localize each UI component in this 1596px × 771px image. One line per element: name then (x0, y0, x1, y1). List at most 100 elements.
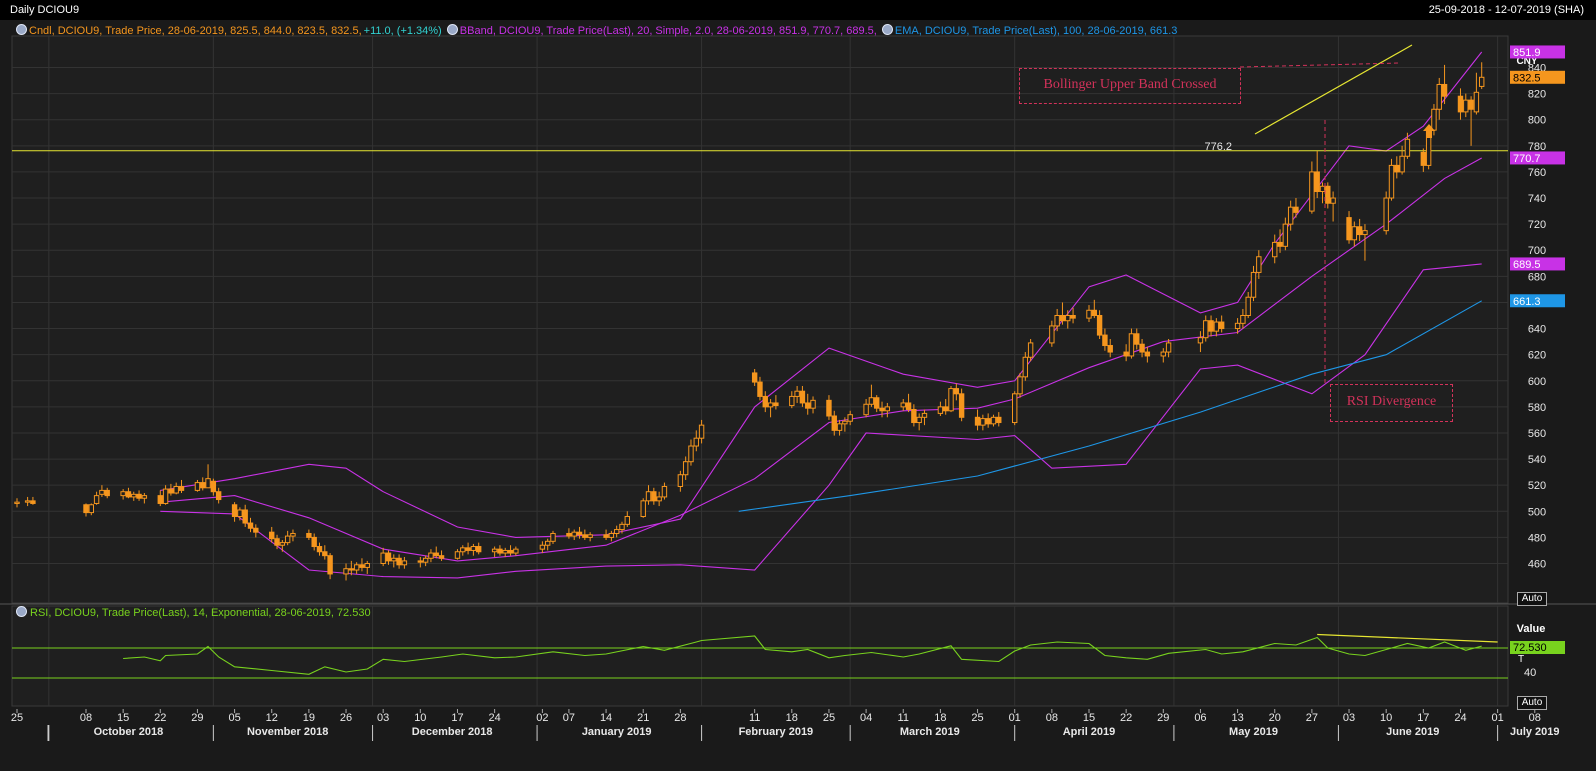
candle-body (619, 523, 625, 531)
price-tick-label: 560 (1528, 428, 1546, 440)
ema-legend-icon[interactable] (881, 24, 893, 35)
x-month-label: January 2019 (582, 726, 652, 738)
x-day-tick-label: 14 (600, 712, 612, 724)
price-tick-label: 500 (1528, 506, 1546, 518)
price-tick-label: 740 (1528, 193, 1546, 205)
rsi-unit-label: T (1518, 654, 1524, 665)
candle-body (1102, 334, 1108, 347)
price-auto-button[interactable]: Auto (1517, 592, 1547, 606)
x-day-tick-label: 12 (266, 712, 278, 724)
candle-body (1356, 226, 1363, 236)
candle-body (1282, 223, 1289, 247)
rsi-auto-button[interactable]: Auto (1517, 696, 1547, 710)
candle-body (1139, 343, 1145, 353)
x-day-tick-label: 01 (1009, 712, 1021, 724)
candle-body (550, 532, 556, 542)
x-day-tick-label: 25 (971, 712, 983, 724)
x-day-tick-label: 24 (1454, 712, 1466, 724)
candle-body (30, 500, 36, 504)
candle-body (1017, 376, 1023, 395)
candle-body (348, 568, 355, 571)
candle-body (168, 488, 174, 494)
window-titlebar: Daily DCIOU9 25-09-2018 - 12-07-2019 (SH… (0, 0, 1596, 20)
x-day-tick-label: 03 (377, 712, 389, 724)
candle-body (645, 491, 652, 502)
candle-body (1197, 337, 1204, 344)
price-badge-label: 832.5 (1513, 72, 1541, 84)
candle-body (1330, 197, 1336, 204)
candle-body (1123, 351, 1129, 357)
bband-legend-text: BBand, DCIOU9, Trade Price(Last), 20, Si… (459, 25, 877, 37)
candle-body (1441, 83, 1448, 97)
candle-body (921, 412, 928, 418)
candle-body (879, 407, 885, 412)
candle-body (1436, 83, 1442, 110)
annotation-bollinger[interactable]: Bollinger Upper Band Crossed (1019, 68, 1241, 104)
x-day-tick-label: 08 (1046, 712, 1058, 724)
candle-body (1245, 296, 1251, 317)
candle-body (948, 388, 954, 412)
candle-body (751, 372, 758, 383)
x-month-label: May 2019 (1229, 726, 1278, 738)
candle-body (974, 416, 981, 426)
x-month-label: December 2018 (412, 726, 493, 738)
candle-body (491, 548, 498, 553)
rsi-legend-icon[interactable] (16, 606, 27, 617)
candle-body (810, 399, 816, 409)
candle-body (215, 491, 222, 501)
candle-body (794, 390, 800, 397)
candle-body (14, 501, 20, 504)
candle-body (582, 534, 588, 538)
candle-body (231, 504, 238, 518)
candle-body (460, 547, 466, 553)
candle-body (1314, 171, 1320, 192)
candle-body (385, 552, 392, 562)
price-badge-label: 661.3 (1513, 296, 1541, 308)
candle-body (608, 532, 615, 538)
x-month-label: July 2019 (1510, 726, 1560, 738)
price-tick-label: 600 (1528, 376, 1546, 388)
candle-body (757, 381, 763, 397)
candle-body (539, 544, 546, 550)
candle-body (433, 552, 439, 557)
ema-legend-text: EMA, DCIOU9, Trade Price(Last), 100, 28-… (894, 25, 1178, 37)
bband-legend-icon[interactable] (446, 24, 458, 35)
candle-body (269, 531, 275, 540)
candle-body (465, 547, 471, 551)
annotation-rsi-divergence[interactable]: RSI Divergence (1330, 384, 1453, 422)
candle-body (836, 423, 843, 431)
x-day-tick-label: 25 (11, 712, 23, 724)
candle-body (157, 495, 163, 504)
x-day-tick-label: 08 (1529, 712, 1541, 724)
price-tick-label: 540 (1528, 454, 1546, 466)
x-month-label: November 2018 (247, 726, 328, 738)
candle-body (141, 495, 148, 499)
candle-body (322, 551, 328, 557)
candle-body (1468, 99, 1474, 110)
candle-body (831, 415, 837, 431)
x-month-label: February 2019 (739, 726, 814, 738)
candle-body (88, 504, 94, 514)
candle-body (1325, 185, 1331, 204)
candle-body (247, 522, 254, 529)
candle-body (513, 548, 519, 554)
candle-body (789, 395, 795, 407)
candle-body (661, 485, 668, 498)
candle-body (364, 563, 370, 568)
candle-body (507, 549, 514, 554)
candle-legend-icon[interactable] (16, 24, 27, 35)
candle-body (1049, 325, 1055, 344)
candle-body (1107, 345, 1113, 353)
candle-body (343, 568, 349, 575)
candle-body (1388, 164, 1395, 199)
candle-body (1399, 155, 1405, 173)
candle-body (417, 560, 424, 563)
candle-body (1059, 315, 1066, 322)
candle-body (1070, 315, 1076, 319)
candle-body (438, 555, 445, 559)
candle-body (470, 546, 477, 551)
x-month-label: March 2019 (900, 726, 960, 738)
candle-body (1394, 164, 1400, 173)
candle-body (1287, 206, 1294, 225)
price-badge-label: 689.5 (1513, 259, 1541, 271)
